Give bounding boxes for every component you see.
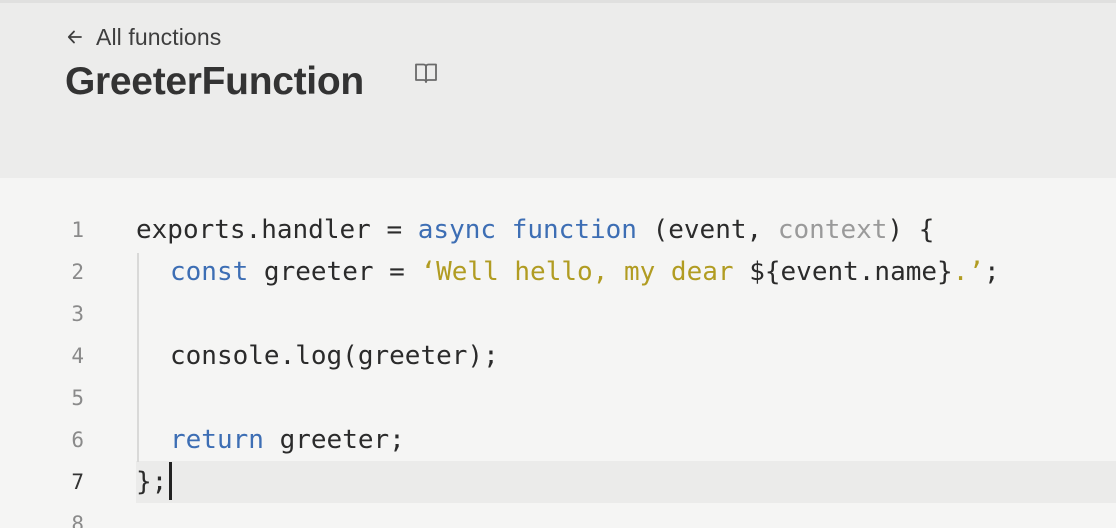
- code-line-content[interactable]: [136, 293, 1116, 335]
- back-link-label: All functions: [96, 23, 222, 50]
- code-line-content[interactable]: return greeter;: [136, 419, 1116, 461]
- arrow-left-icon: [67, 30, 82, 44]
- line-number: 6: [71, 428, 84, 452]
- code-line-content[interactable]: exports.handler = async function (event,…: [136, 209, 1116, 251]
- code-line-active[interactable]: 7 };: [0, 461, 1116, 503]
- page-header: All functions GreeterFunction: [0, 0, 1116, 178]
- code-line-content[interactable]: [136, 503, 1116, 528]
- line-number: 8: [71, 512, 84, 528]
- code-line-content[interactable]: const greeter = ‘Well hello, my dear ${e…: [136, 251, 1116, 293]
- text-cursor: [169, 461, 173, 500]
- indent-guide: [137, 253, 139, 462]
- code-text: exports.handler = async function (event,…: [136, 215, 935, 245]
- code-line-content[interactable]: };: [136, 461, 1116, 503]
- docs-button[interactable]: [412, 59, 440, 87]
- code-line[interactable]: 8: [0, 503, 1116, 528]
- line-number: 5: [71, 386, 84, 410]
- code-line[interactable]: 1 exports.handler = async function (even…: [0, 209, 1116, 251]
- code-line-content[interactable]: [136, 377, 1116, 419]
- code-text: return greeter;: [170, 425, 405, 455]
- code-line[interactable]: 3: [0, 293, 1116, 335]
- line-number: 7: [71, 470, 84, 494]
- code-text: const greeter = ‘Well hello, my dear ${e…: [170, 257, 1000, 287]
- code-line-content[interactable]: console.log(greeter);: [136, 335, 1116, 377]
- code-line[interactable]: 4 console.log(greeter);: [0, 335, 1116, 377]
- line-number: 1: [71, 218, 84, 242]
- book-open-icon: [415, 63, 437, 83]
- back-to-all-functions-link[interactable]: All functions: [66, 23, 221, 51]
- code-line[interactable]: 5: [0, 377, 1116, 419]
- code-line[interactable]: 6 return greeter;: [0, 419, 1116, 461]
- code-editor[interactable]: 1 exports.handler = async function (even…: [0, 178, 1116, 528]
- code-line[interactable]: 2 const greeter = ‘Well hello, my dear $…: [0, 251, 1116, 293]
- line-number: 3: [71, 302, 84, 326]
- function-detail-page: All functions GreeterFunction 1 exports.…: [0, 0, 1116, 528]
- code-text: };: [136, 461, 173, 503]
- code-text: console.log(greeter);: [170, 341, 499, 371]
- page-title: GreeterFunction: [65, 60, 364, 103]
- line-number: 4: [71, 344, 84, 368]
- line-number: 2: [71, 260, 84, 284]
